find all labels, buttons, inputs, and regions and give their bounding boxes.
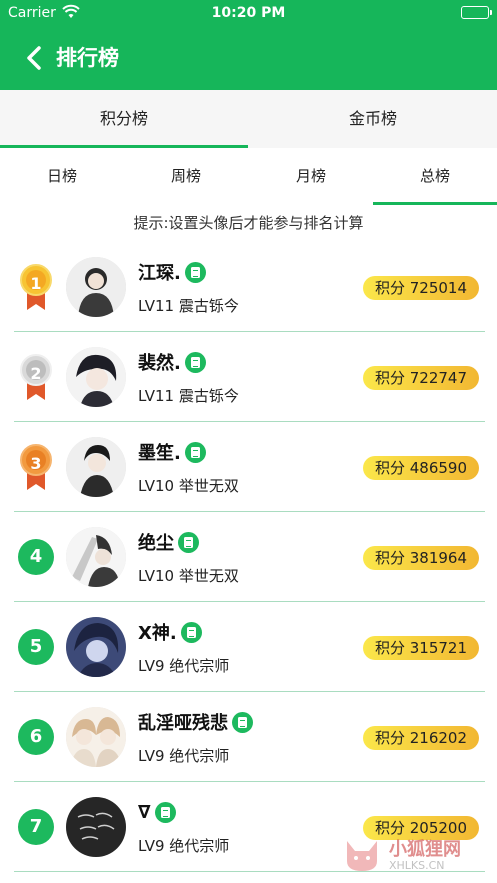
tab-monthly[interactable]: 月榜 <box>249 148 373 205</box>
document-icon <box>232 711 253 733</box>
tab-total[interactable]: 总榜 <box>373 148 497 205</box>
avatar[interactable] <box>66 617 126 677</box>
back-button[interactable] <box>20 42 50 74</box>
rank-number: 6 <box>18 719 54 755</box>
document-icon <box>184 351 206 373</box>
list-item[interactable]: 2 裴然. LV11 震古铄今 积分 722747 <box>0 332 497 422</box>
rank-number: 5 <box>18 629 54 665</box>
watermark: 小狐狸网 XHLKS.CN <box>341 833 491 877</box>
user-level: LV9 绝代宗师 <box>138 747 230 765</box>
user-name: 墨笙. <box>138 443 181 464</box>
score-badge: 积分 725014 <box>362 276 479 300</box>
hint-text: 提示:设置头像后才能参与排名计算 <box>133 214 364 232</box>
chevron-left-icon <box>27 46 41 70</box>
nav-bar: 排行榜 <box>0 26 497 90</box>
battery-icon <box>461 6 492 19</box>
tab-points[interactable]: 积分榜 <box>0 90 248 148</box>
avatar[interactable] <box>66 347 126 407</box>
rank-number: 3 <box>30 454 42 473</box>
score-badge: 积分 722747 <box>362 366 479 390</box>
tab-coins[interactable]: 金币榜 <box>249 90 497 148</box>
list-item[interactable]: 3 墨笙. LV10 举世无双 积分 486590 <box>0 422 497 512</box>
document-icon <box>180 621 202 643</box>
tab-daily[interactable]: 日榜 <box>0 148 124 205</box>
avatar[interactable] <box>66 527 126 587</box>
watermark-title: 小狐狸网 <box>389 839 461 860</box>
document-icon <box>154 801 176 823</box>
avatar[interactable] <box>66 797 126 857</box>
user-name: 绝尘 <box>138 533 174 554</box>
status-bar: Carrier 10:20 PM <box>0 0 497 26</box>
rank-number: 2 <box>30 364 42 383</box>
tab-weekly[interactable]: 周榜 <box>124 148 248 205</box>
user-name: 江琛. <box>138 263 181 284</box>
user-level: LV11 震古铄今 <box>138 297 239 315</box>
rank-number: 4 <box>18 539 54 575</box>
rank-number: 7 <box>18 809 54 845</box>
rank-number: 1 <box>30 274 42 293</box>
watermark-url: XHLKS.CN <box>389 859 445 872</box>
avatar[interactable] <box>66 707 126 767</box>
name-line: ∇ <box>138 799 176 825</box>
clock: 10:20 PM <box>211 5 286 21</box>
main-tabs: 积分榜 金币榜 <box>0 90 497 148</box>
user-name: X神. <box>138 623 177 644</box>
user-level: LV9 绝代宗师 <box>138 657 230 675</box>
score-badge: 积分 381964 <box>362 546 479 570</box>
document-icon <box>184 441 206 463</box>
user-name: 乱淫哑残悲 <box>138 713 228 734</box>
user-level: LV9 绝代宗师 <box>138 837 230 855</box>
avatar[interactable] <box>66 257 126 317</box>
name-line: 绝尘 <box>138 529 199 555</box>
name-line: 乱淫哑残悲 <box>138 709 253 735</box>
document-icon <box>178 531 199 553</box>
list-item[interactable]: 6 乱淫哑残悲 LV9 绝代宗师 积分 216202 <box>0 692 497 782</box>
score-badge: 积分 216202 <box>362 726 479 750</box>
name-line: 裴然. <box>138 349 206 375</box>
user-name: 裴然. <box>138 353 181 374</box>
avatar[interactable] <box>66 437 126 497</box>
name-line: 墨笙. <box>138 439 206 465</box>
name-line: X神. <box>138 619 202 645</box>
user-name: ∇ <box>138 801 151 823</box>
document-icon <box>184 261 206 283</box>
user-level: LV11 震古铄今 <box>138 387 239 405</box>
period-tabs: 日榜 周榜 月榜 总榜 <box>0 148 497 205</box>
list-item[interactable]: 5 X神. LV9 绝代宗师 积分 315721 <box>0 602 497 692</box>
list-item[interactable]: 1 江琛. LV11 震古铄今 积分 725014 <box>0 242 497 332</box>
list-item[interactable]: 4 绝尘 LV10 举世无双 积分 381964 <box>0 512 497 602</box>
score-badge: 积分 315721 <box>362 636 479 660</box>
score-badge: 积分 486590 <box>362 456 479 480</box>
name-line: 江琛. <box>138 259 206 285</box>
page-title: 排行榜 <box>56 46 119 70</box>
fox-logo-icon <box>347 841 377 871</box>
user-level: LV10 举世无双 <box>138 477 239 495</box>
user-level: LV10 举世无双 <box>138 567 239 585</box>
